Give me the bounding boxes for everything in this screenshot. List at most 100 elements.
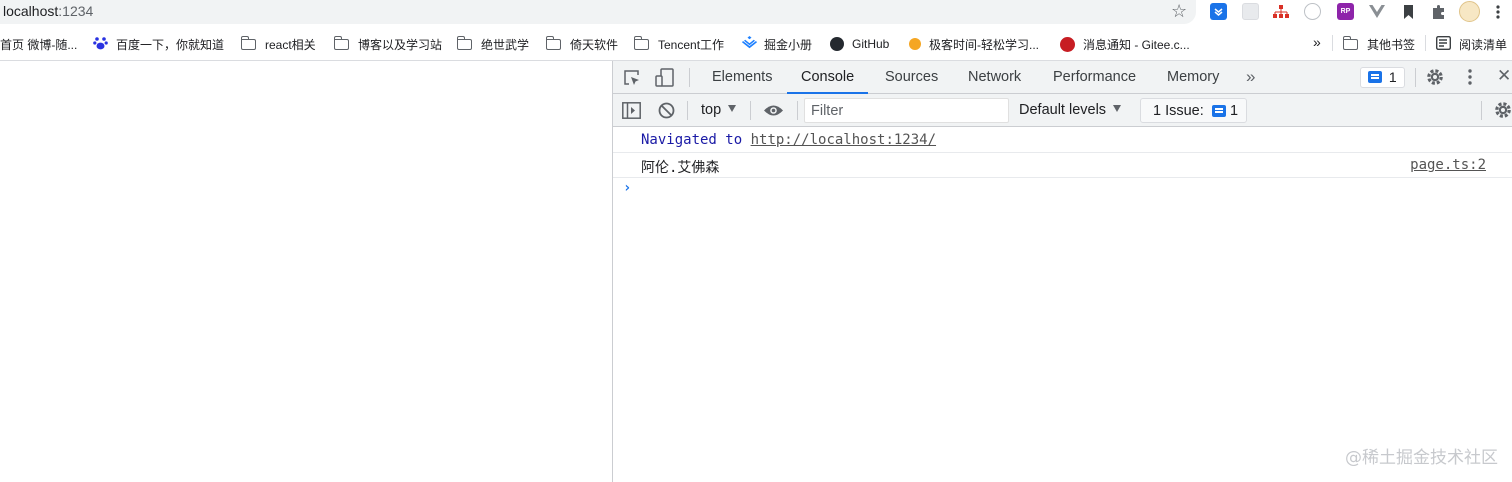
bookmark-folder-tencent[interactable]: Tencent工作 [633, 35, 725, 52]
bookmark-geektime[interactable]: 极客时间-轻松学习... [909, 36, 1039, 52]
bookmarks-divider [1425, 35, 1426, 51]
bookmark-label: 倚天软件 [570, 37, 619, 52]
log-levels-label: Default levels [1019, 102, 1107, 118]
show-sidebar-icon[interactable] [622, 102, 641, 124]
overflow-chevron-icon: » [1313, 34, 1321, 50]
bookmark-folder-software[interactable]: 倚天软件 [545, 35, 619, 52]
console-filter-input[interactable] [804, 98, 1009, 123]
tab-bar-divider [689, 68, 690, 87]
more-tabs-chevron-icon[interactable]: » [1246, 61, 1255, 94]
bookmark-baidu[interactable]: 百度一下，你就知道 [93, 36, 224, 52]
bookmark-label: 百度一下，你就知道 [116, 37, 225, 52]
devtools-menu-icon[interactable] [1468, 69, 1472, 90]
bookmark-label: 极客时间-轻松学习... [929, 37, 1039, 52]
folder-icon [333, 35, 349, 50]
page-viewport [0, 61, 612, 482]
juejin-icon [742, 36, 757, 52]
extension-round-icon[interactable] [1304, 3, 1321, 20]
baidu-paw-icon [93, 35, 108, 53]
tab-sources[interactable]: Sources [885, 61, 938, 94]
console-prompt-chevron-icon[interactable]: › [623, 180, 631, 196]
context-selector[interactable]: top [701, 102, 737, 118]
tab-memory[interactable]: Memory [1167, 61, 1219, 94]
log-source-link[interactable]: page.ts:2 [1410, 157, 1486, 173]
folder-icon [456, 35, 472, 50]
inspect-element-icon[interactable] [623, 69, 641, 92]
log-message-text: 阿伦.艾佛森 [641, 160, 720, 176]
context-label: top [701, 102, 722, 118]
bookmark-github[interactable]: GitHub [830, 36, 889, 52]
log-levels-dropdown[interactable]: Default levels [1019, 102, 1122, 118]
bookmark-juejin[interactable]: 掘金小册 [742, 36, 812, 52]
github-icon [830, 37, 844, 51]
extension-blue-icon[interactable] [1210, 3, 1227, 20]
issues-badge-count: 1 [1388, 69, 1397, 85]
issues-label: 1 Issue: [1153, 103, 1204, 119]
geektime-icon [909, 38, 921, 50]
console-output: Navigated to http://localhost:1234/ 阿伦.艾… [613, 128, 1512, 482]
bookmark-label: react相关 [265, 37, 316, 52]
live-expression-eye-icon[interactable] [763, 104, 784, 122]
navigation-message: Navigated to http://localhost:1234/ [641, 132, 936, 148]
extensions-puzzle-icon[interactable] [1430, 3, 1447, 20]
bookmark-folder-react[interactable]: react相关 [240, 35, 316, 52]
issues-counter-button[interactable]: 1 [1360, 67, 1405, 88]
console-message-log: 阿伦.艾佛森 page.ts:2 [613, 153, 1512, 178]
bookmark-label: 博客以及学习站 [358, 37, 443, 52]
navigation-prefix: Navigated to [641, 132, 743, 148]
bookmark-label: 首页 微博-随... [0, 37, 78, 52]
bookmark-label: 消息通知 - Gitee.c... [1083, 37, 1190, 52]
url-port: :1234 [58, 3, 94, 19]
reading-list-button[interactable]: 阅读清单 [1435, 35, 1508, 53]
extension-sitemap-icon[interactable] [1272, 3, 1289, 20]
message-icon [1368, 71, 1382, 83]
tab-performance[interactable]: Performance [1053, 61, 1136, 94]
bookmarks-overflow-button[interactable]: » [1313, 34, 1321, 50]
console-settings-gear-icon[interactable] [1493, 100, 1512, 125]
folder-icon [633, 35, 649, 50]
navigation-url-link[interactable]: http://localhost:1234/ [751, 132, 936, 148]
reading-list-icon [1435, 35, 1452, 53]
extension-vue-icon[interactable] [1368, 3, 1385, 20]
console-toolbar: top Default levels 1 Issue: 1 [613, 94, 1512, 127]
folder-icon [1342, 35, 1358, 50]
bookmarks-bar: 首页 微博-随... 百度一下，你就知道 react相关 博客以及学习站 绝世武… [0, 25, 1512, 61]
tab-elements[interactable]: Elements [712, 61, 772, 94]
bookmarks-divider [1332, 35, 1333, 51]
bookmark-label: 绝世武学 [481, 37, 530, 52]
issues-button[interactable]: 1 Issue: 1 [1140, 98, 1247, 123]
bookmark-star-icon[interactable]: ☆ [1171, 1, 1187, 21]
bookmark-folder-wuxue[interactable]: 绝世武学 [456, 35, 530, 52]
device-toolbar-icon[interactable] [655, 68, 675, 92]
levels-dropdown-caret-icon [1113, 105, 1122, 112]
bookmark-label: GitHub [852, 37, 890, 51]
bookmark-label: 阅读清单 [1459, 37, 1508, 52]
bookmark-label: Tencent工作 [658, 37, 725, 52]
toolbar-divider [1481, 101, 1482, 120]
tab-console[interactable]: Console [787, 61, 869, 94]
close-devtools-icon[interactable]: ✕ [1497, 66, 1511, 86]
url-text[interactable]: localhost:1234 [3, 3, 93, 19]
tab-network[interactable]: Network [968, 61, 1021, 94]
bookmark-folder-blogs[interactable]: 博客以及学习站 [333, 35, 443, 52]
bookmark-other-folder[interactable]: 其他书签 [1342, 35, 1416, 52]
address-bar-row: localhost:1234 ☆ RP [0, 0, 1512, 25]
toolbar-divider [687, 101, 688, 120]
profile-avatar[interactable] [1459, 1, 1480, 22]
extension-rp-icon[interactable]: RP [1337, 3, 1354, 20]
issues-count: 1 [1230, 103, 1239, 119]
bookmark-weibo[interactable]: 首页 微博-随... [0, 36, 77, 52]
gitee-icon [1060, 36, 1075, 52]
url-host: localhost [3, 3, 59, 19]
omnibox[interactable]: localhost:1234 [0, 0, 1196, 24]
clear-console-icon[interactable] [658, 102, 675, 124]
folder-icon [545, 35, 561, 50]
bookmark-label: 其他书签 [1367, 37, 1416, 52]
bookmark-ribbon-icon[interactable] [1400, 3, 1417, 20]
bookmark-gitee[interactable]: 消息通知 - Gitee.c... [1060, 36, 1190, 52]
folder-icon [240, 35, 256, 50]
extension-grid-icon[interactable] [1242, 3, 1259, 20]
settings-gear-icon[interactable] [1425, 67, 1445, 92]
toolbar-divider [750, 101, 751, 120]
browser-menu-icon[interactable] [1494, 3, 1502, 20]
